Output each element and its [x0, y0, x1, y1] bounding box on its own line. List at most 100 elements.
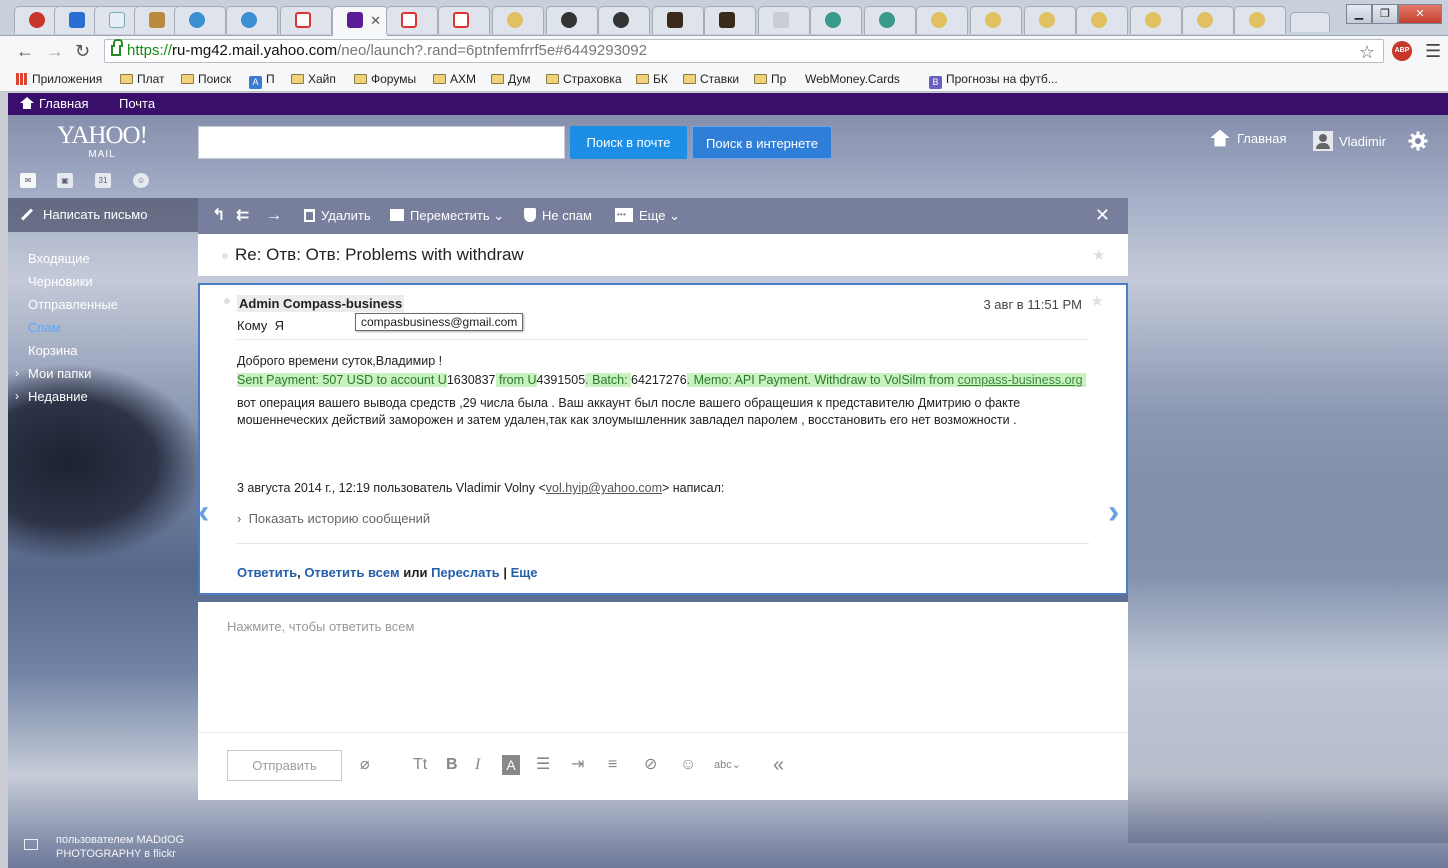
photo-icon[interactable] — [24, 839, 38, 850]
forward-icon[interactable]: → — [266, 208, 282, 224]
browser-tab[interactable] — [810, 6, 862, 34]
reply-input[interactable]: Нажмите, чтобы ответить всем — [227, 619, 414, 634]
back-icon[interactable]: ← — [16, 42, 34, 60]
bookmark-item[interactable]: Приложения — [16, 71, 102, 87]
chrome-menu-icon[interactable]: ☰ — [1425, 42, 1441, 60]
adblock-plus-icon[interactable]: ABP — [1392, 41, 1412, 61]
compose-button[interactable]: Написать письмо — [8, 198, 198, 232]
browser-tab[interactable] — [652, 6, 704, 34]
star-icon[interactable]: ★ — [1092, 246, 1105, 264]
bookmark-item[interactable]: Форумы — [354, 71, 416, 87]
indent-icon[interactable]: ⇥ — [571, 755, 584, 775]
recipient-me[interactable]: Я — [275, 318, 284, 333]
browser-tab[interactable] — [438, 6, 490, 34]
folder-sent[interactable]: Отправленные — [28, 293, 118, 316]
sender-name[interactable]: Admin Compass-business — [237, 295, 405, 312]
font-size-icon[interactable]: Tt — [413, 755, 427, 775]
reply-link[interactable]: Ответить — [237, 565, 297, 580]
browser-tab[interactable] — [864, 6, 916, 34]
calendar-icon[interactable]: 31 — [95, 173, 111, 188]
browser-tab[interactable] — [598, 6, 650, 34]
reply-icon[interactable]: ↰ — [212, 208, 225, 224]
italic-icon[interactable]: I — [475, 755, 480, 775]
browser-tab[interactable] — [916, 6, 968, 34]
gear-icon[interactable] — [1408, 131, 1428, 151]
spellcheck-icon[interactable]: abc⌄ — [714, 755, 741, 775]
bookmark-item[interactable]: B Прогнозы на футб... — [929, 71, 1058, 89]
unread-dot-icon[interactable] — [224, 298, 230, 304]
folder-spam[interactable]: Спам — [28, 316, 118, 339]
star-icon[interactable]: ★ — [1091, 292, 1104, 310]
browser-tab-active[interactable]: ✕ — [332, 6, 388, 36]
user-menu[interactable]: Vladimir — [1313, 131, 1386, 151]
close-tab-icon[interactable]: ✕ — [370, 13, 381, 29]
compass-business-link[interactable]: compass-business.org — [958, 373, 1083, 387]
header-home-link[interactable]: Главная — [1210, 129, 1286, 147]
contacts-icon[interactable]: ▣ — [57, 173, 73, 188]
search-mail-button[interactable]: Поиск в почте — [570, 126, 687, 159]
unread-dot-icon[interactable] — [222, 253, 228, 259]
delete-button[interactable]: Удалить — [304, 208, 371, 224]
bookmark-star-icon[interactable]: ☆ — [1359, 41, 1375, 63]
browser-tab[interactable] — [546, 6, 598, 34]
bookmark-item[interactable]: Дум — [491, 71, 531, 87]
show-history-toggle[interactable]: › Показать историю сообщений — [237, 511, 430, 526]
link-icon[interactable]: ⊘ — [644, 755, 657, 775]
bookmark-item[interactable]: Поиск — [181, 71, 231, 87]
bookmark-item[interactable]: Хайп — [291, 71, 336, 87]
topnav-mail-link[interactable]: Почта — [119, 96, 155, 111]
browser-tab[interactable] — [704, 6, 756, 34]
browser-tab[interactable] — [1234, 6, 1286, 34]
search-web-button[interactable]: Поиск в интернете — [692, 126, 832, 159]
bookmark-item[interactable]: Страховка — [546, 71, 622, 87]
folder-recent[interactable]: › Недавние — [15, 385, 118, 408]
reply-all-icon[interactable]: ⇇ — [236, 208, 249, 224]
bookmark-item[interactable]: Плат — [120, 71, 165, 87]
browser-tab[interactable] — [226, 6, 278, 34]
mail-search-input[interactable] — [198, 126, 565, 159]
browser-tab[interactable] — [174, 6, 226, 34]
forward-link[interactable]: Переслать — [431, 565, 500, 580]
reload-icon[interactable]: ↻ — [75, 42, 90, 60]
text-color-icon[interactable]: A — [502, 755, 520, 775]
forward-icon[interactable]: → — [46, 42, 64, 60]
collapse-toolbar-icon[interactable]: « — [773, 755, 784, 775]
browser-tab[interactable] — [1130, 6, 1182, 34]
photo-credit[interactable]: пользователем MADdOG PHOTOGRAPHY в flick… — [56, 833, 184, 861]
bookmark-item[interactable]: WebMoney.Cards — [805, 71, 900, 177]
more-button[interactable]: Еще ⌄ — [615, 207, 680, 224]
not-spam-button[interactable]: Не спам — [524, 208, 592, 224]
folder-trash[interactable]: Корзина — [28, 339, 118, 362]
close-message-icon[interactable]: ✕ — [1095, 205, 1110, 226]
reply-all-link[interactable]: Ответить всем — [304, 565, 399, 580]
new-tab-button[interactable] — [1290, 12, 1330, 32]
bookmark-item[interactable]: Ставки — [683, 71, 739, 87]
browser-tab[interactable] — [280, 6, 332, 34]
align-icon[interactable]: ≡ — [608, 755, 617, 775]
bookmark-item[interactable]: AП — [249, 71, 275, 89]
browser-tab[interactable] — [1024, 6, 1076, 34]
mail-icon[interactable]: ✉ — [20, 173, 36, 188]
move-button[interactable]: Переместить ⌄ — [390, 208, 504, 224]
topnav-home-link[interactable]: Главная — [20, 96, 88, 111]
browser-tab[interactable] — [970, 6, 1022, 34]
bookmark-item[interactable]: БК — [636, 71, 668, 87]
yahoo-mail-logo[interactable]: YAHOO! MAIL — [56, 123, 148, 161]
browser-tab[interactable] — [492, 6, 544, 34]
quote-email-link[interactable]: vol.hyip@yahoo.com — [546, 481, 662, 495]
bullet-list-icon[interactable]: ☰ — [536, 755, 550, 775]
next-message-icon[interactable]: › — [1108, 493, 1119, 532]
minimize-icon[interactable]: ▁ — [1346, 4, 1372, 24]
messenger-icon[interactable]: ☺ — [133, 173, 149, 188]
send-button[interactable]: Отправить — [227, 750, 342, 781]
bookmark-item[interactable]: Пр — [754, 71, 786, 87]
bookmark-item[interactable]: АХМ — [433, 71, 476, 87]
folder-inbox[interactable]: Входящие — [28, 247, 118, 270]
address-bar[interactable]: https://ru-mg42.mail.yahoo.com/neo/launc… — [104, 39, 1384, 63]
folder-drafts[interactable]: Черновики — [28, 270, 118, 293]
maximize-icon[interactable]: ❐ — [1372, 4, 1398, 24]
browser-tab[interactable] — [1076, 6, 1128, 34]
emoji-icon[interactable]: ☺ — [680, 755, 696, 775]
attach-icon[interactable]: ⌀ — [360, 755, 370, 775]
browser-tab[interactable] — [1182, 6, 1234, 34]
